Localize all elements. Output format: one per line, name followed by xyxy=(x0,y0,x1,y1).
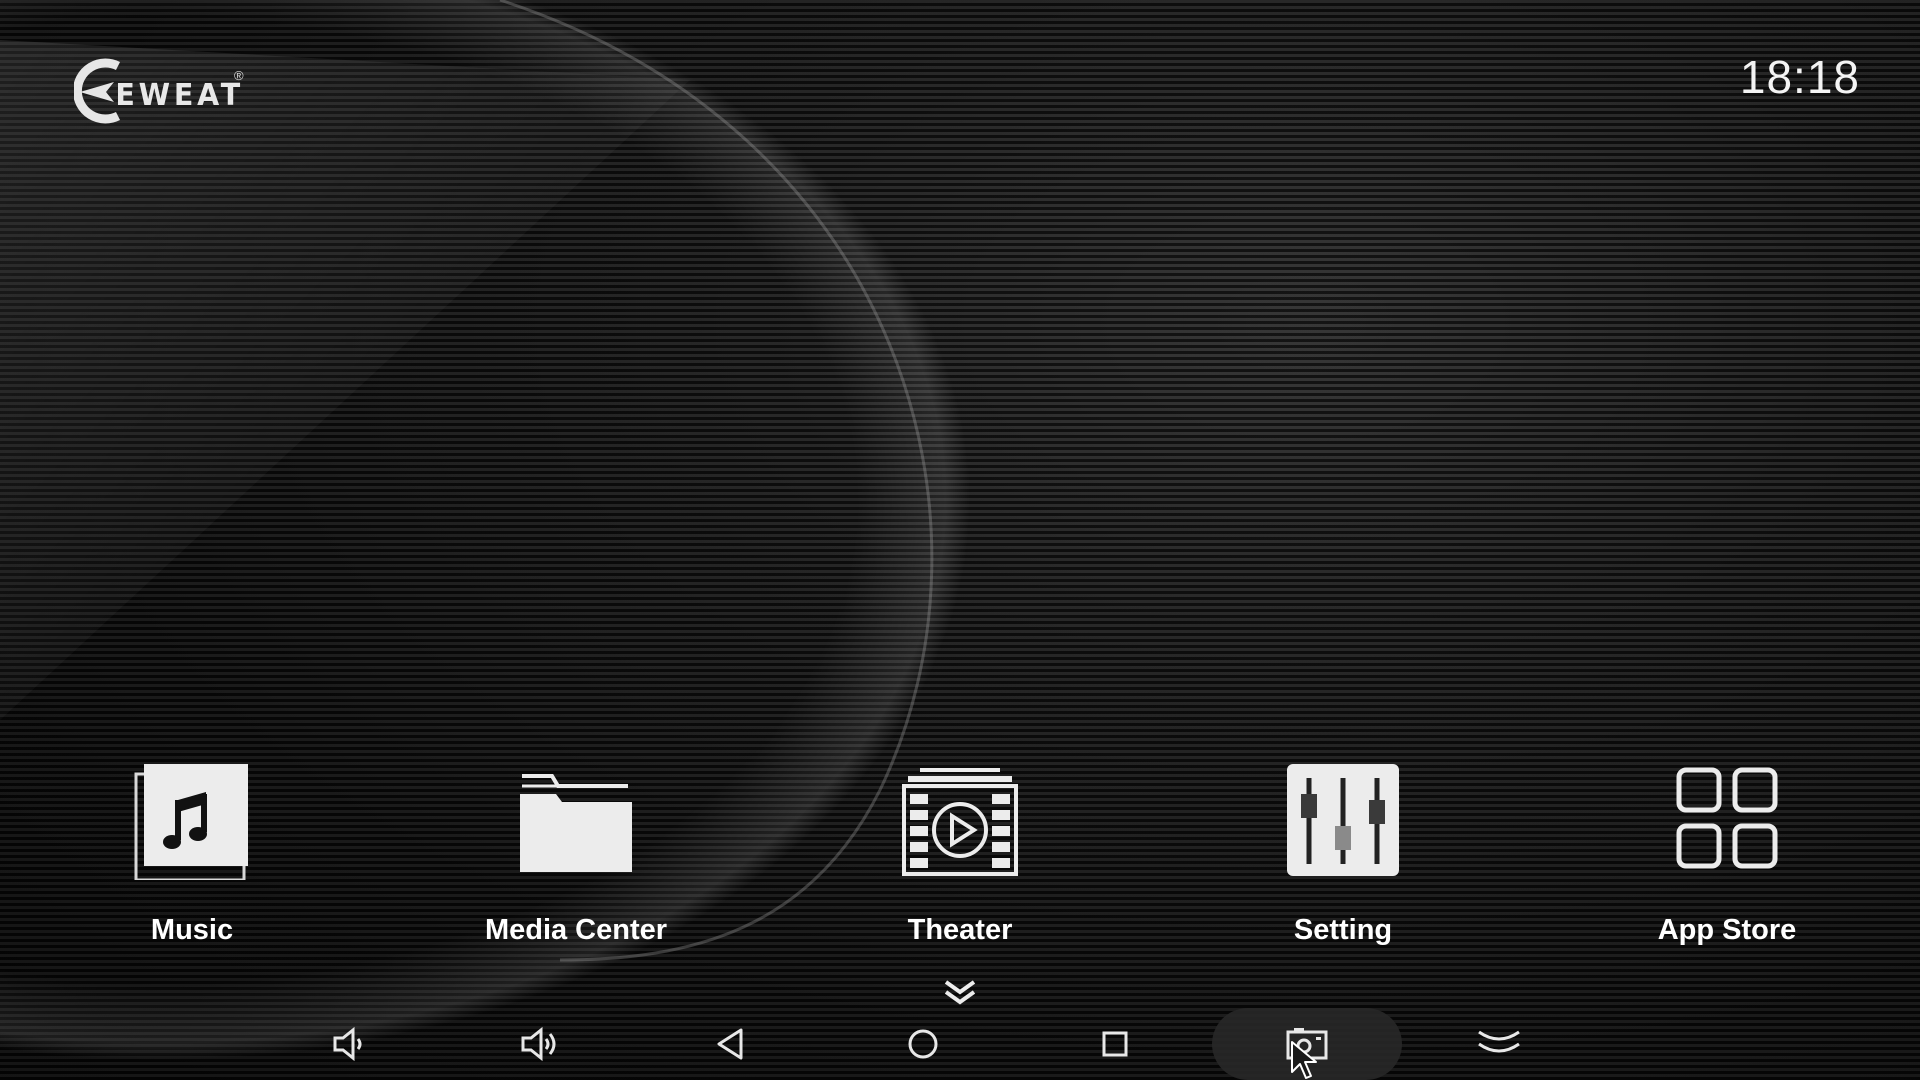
home-button[interactable] xyxy=(828,1008,1018,1080)
film-play-icon xyxy=(902,768,1018,876)
app-media-center[interactable]: Media Center xyxy=(446,760,706,960)
volume-up-button[interactable] xyxy=(444,1008,634,1080)
launcher-home-screen: EWEAT ® 18:18 Music Media Center Theater… xyxy=(0,0,1920,1080)
screenshot-icon xyxy=(1286,1028,1328,1060)
screenshot-button[interactable] xyxy=(1212,1008,1402,1080)
app-grid-icon xyxy=(1676,767,1778,869)
hide-bar-chevron-icon xyxy=(1478,1030,1520,1053)
hide-navigation-bar-button[interactable] xyxy=(1404,1008,1594,1080)
app-music-label: Music xyxy=(150,914,234,946)
brand-logo-text: EWEAT xyxy=(115,78,245,113)
app-setting[interactable]: Setting xyxy=(1213,760,1473,960)
back-triangle-icon xyxy=(717,1028,743,1060)
app-media-center-label: Media Center xyxy=(484,914,668,946)
music-note-icon xyxy=(134,764,248,882)
folder-icon xyxy=(520,774,632,872)
app-theater[interactable]: Theater xyxy=(830,760,1090,960)
system-navigation-bar xyxy=(0,1000,1920,1080)
volume-down-icon xyxy=(333,1026,362,1062)
app-theater-label: Theater xyxy=(907,914,1013,946)
recents-square-icon xyxy=(1102,1031,1128,1057)
back-button[interactable] xyxy=(636,1008,826,1080)
app-setting-label: Setting xyxy=(1293,914,1393,946)
home-circle-icon xyxy=(908,1029,938,1059)
sliders-icon xyxy=(1287,764,1399,876)
app-app-store-label: App Store xyxy=(1657,914,1797,946)
brand-logo: EWEAT ® xyxy=(74,58,254,124)
volume-up-icon xyxy=(521,1026,556,1062)
registered-mark: ® xyxy=(234,68,244,83)
app-app-store[interactable]: App Store xyxy=(1597,760,1857,960)
app-music[interactable]: Music xyxy=(62,760,322,960)
recents-button[interactable] xyxy=(1020,1008,1210,1080)
clock: 18:18 xyxy=(1739,51,1860,103)
volume-down-button[interactable] xyxy=(252,1008,442,1080)
